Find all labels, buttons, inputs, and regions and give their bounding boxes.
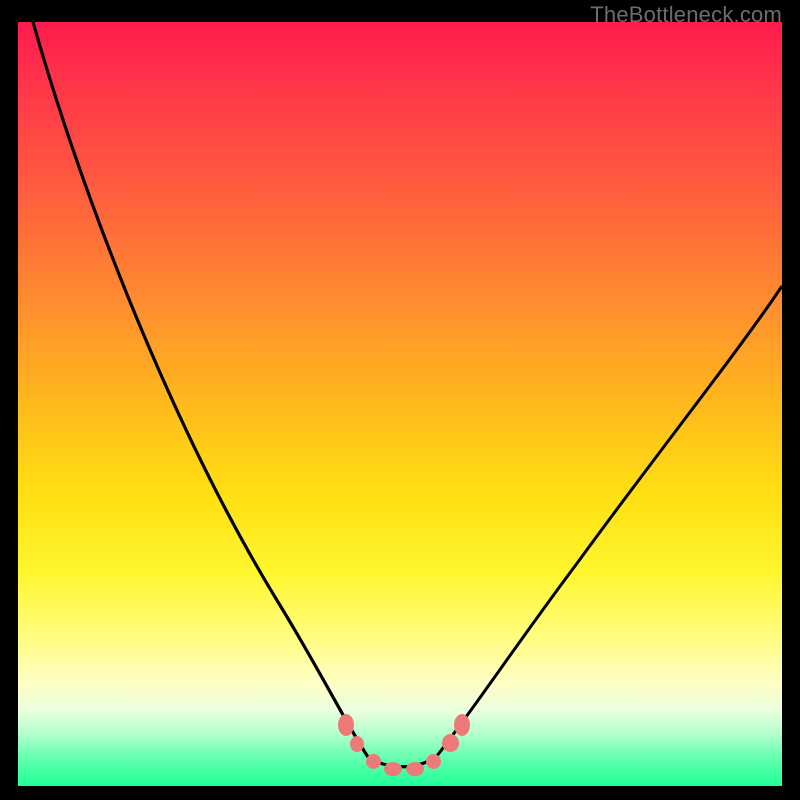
data-marker	[366, 754, 381, 769]
chart-plot-area	[18, 22, 782, 786]
data-marker	[384, 762, 402, 776]
curve-right-branch	[436, 286, 782, 757]
data-marker	[406, 762, 424, 776]
data-marker	[426, 754, 441, 769]
data-marker	[338, 714, 354, 736]
chart-curve	[18, 22, 782, 786]
data-marker	[454, 714, 470, 736]
data-marker	[350, 736, 364, 752]
curve-left-branch	[33, 22, 368, 757]
data-marker	[442, 734, 459, 752]
watermark-text: TheBottleneck.com	[590, 2, 782, 28]
